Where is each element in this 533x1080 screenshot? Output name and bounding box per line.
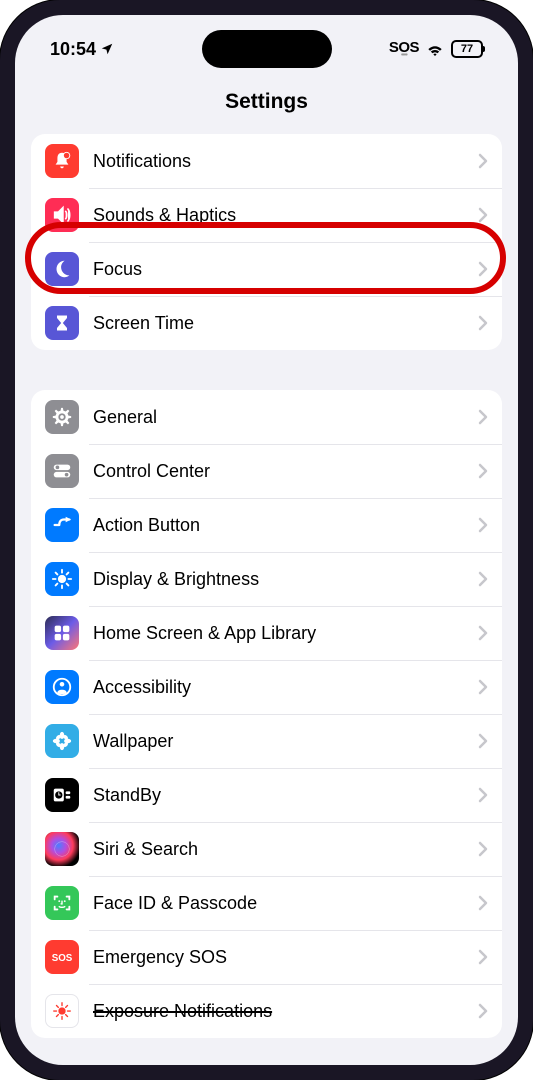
location-icon	[100, 42, 114, 56]
settings-row-display-brightness[interactable]: Display & Brightness	[31, 552, 502, 606]
settings-row-emergency-sos[interactable]: SOS Emergency SOS	[31, 930, 502, 984]
gear-icon	[45, 400, 79, 434]
chevron-right-icon	[478, 463, 488, 479]
flower-icon	[45, 724, 79, 758]
status-time: 10:54	[50, 39, 96, 60]
settings-row-general[interactable]: General	[31, 390, 502, 444]
phone-frame: 10:54 SOS •••• 77 Settings	[0, 0, 533, 1080]
chevron-right-icon	[478, 625, 488, 641]
row-label: Screen Time	[93, 313, 478, 334]
chevron-right-icon	[478, 261, 488, 277]
chevron-right-icon	[478, 207, 488, 223]
speaker-icon	[45, 198, 79, 232]
chevron-right-icon	[478, 153, 488, 169]
settings-row-accessibility[interactable]: Accessibility	[31, 660, 502, 714]
row-label: Wallpaper	[93, 731, 478, 752]
wifi-icon	[425, 42, 445, 57]
settings-group-1: Notifications Sounds & Haptics Focus Screen…	[31, 134, 502, 350]
clock-icon	[45, 778, 79, 812]
chevron-right-icon	[478, 841, 488, 857]
volume-down-button	[0, 350, 2, 420]
chevron-right-icon	[478, 571, 488, 587]
row-label: General	[93, 407, 478, 428]
settings-row-focus[interactable]: Focus	[31, 242, 502, 296]
chevron-right-icon	[478, 517, 488, 533]
moon-icon	[45, 252, 79, 286]
settings-row-notifications[interactable]: Notifications	[31, 134, 502, 188]
row-label: Siri & Search	[93, 839, 478, 860]
mute-switch	[0, 180, 2, 220]
toggles-icon	[45, 454, 79, 488]
settings-row-home-screen-app-library[interactable]: Home Screen & App Library	[31, 606, 502, 660]
settings-row-siri-search[interactable]: Siri & Search	[31, 822, 502, 876]
row-label: Control Center	[93, 461, 478, 482]
row-label: Emergency SOS	[93, 947, 478, 968]
settings-row-standby[interactable]: StandBy	[31, 768, 502, 822]
chevron-right-icon	[478, 409, 488, 425]
settings-row-wallpaper[interactable]: Wallpaper	[31, 714, 502, 768]
settings-row-face-id-passcode[interactable]: Face ID & Passcode	[31, 876, 502, 930]
face-icon	[45, 886, 79, 920]
row-label: Face ID & Passcode	[93, 893, 478, 914]
sun-icon	[45, 562, 79, 596]
siri-icon	[45, 832, 79, 866]
chevron-right-icon	[478, 949, 488, 965]
settings-row-action-button[interactable]: Action Button	[31, 498, 502, 552]
exposure-icon	[45, 994, 79, 1028]
page-title: Settings	[15, 90, 518, 114]
chevron-right-icon	[478, 679, 488, 695]
sos-indicator: SOS ••••	[389, 39, 419, 59]
row-label: Accessibility	[93, 677, 478, 698]
row-label: Focus	[93, 259, 478, 280]
hourglass-icon	[45, 306, 79, 340]
chevron-right-icon	[478, 787, 488, 803]
grid-icon	[45, 616, 79, 650]
row-label: Home Screen & App Library	[93, 623, 478, 644]
settings-group-2: General Control Center Action Button Displa…	[31, 390, 502, 1038]
settings-row-exposure-notifications[interactable]: Exposure Notifications	[31, 984, 502, 1038]
svg-text:SOS: SOS	[52, 953, 73, 964]
row-label: Action Button	[93, 515, 478, 536]
sos-icon: SOS	[45, 940, 79, 974]
person-icon	[45, 670, 79, 704]
chevron-right-icon	[478, 1003, 488, 1019]
volume-up-button	[0, 260, 2, 330]
action-icon	[45, 508, 79, 542]
title-bar: Settings	[15, 75, 518, 134]
row-label: Sounds & Haptics	[93, 205, 478, 226]
settings-row-sounds-haptics[interactable]: Sounds & Haptics	[31, 188, 502, 242]
settings-row-control-center[interactable]: Control Center	[31, 444, 502, 498]
chevron-right-icon	[478, 895, 488, 911]
screen: 10:54 SOS •••• 77 Settings	[15, 15, 518, 1065]
row-label: Notifications	[93, 151, 478, 172]
content-area: Notifications Sounds & Haptics Focus Screen…	[15, 134, 518, 1038]
chevron-right-icon	[478, 733, 488, 749]
row-label: Exposure Notifications	[93, 1001, 478, 1022]
battery-icon: 77	[451, 40, 483, 58]
row-label: Display & Brightness	[93, 569, 478, 590]
chevron-right-icon	[478, 315, 488, 331]
bell-badge-icon	[45, 144, 79, 178]
dynamic-island	[202, 30, 332, 68]
row-label: StandBy	[93, 785, 478, 806]
settings-row-screen-time[interactable]: Screen Time	[31, 296, 502, 350]
